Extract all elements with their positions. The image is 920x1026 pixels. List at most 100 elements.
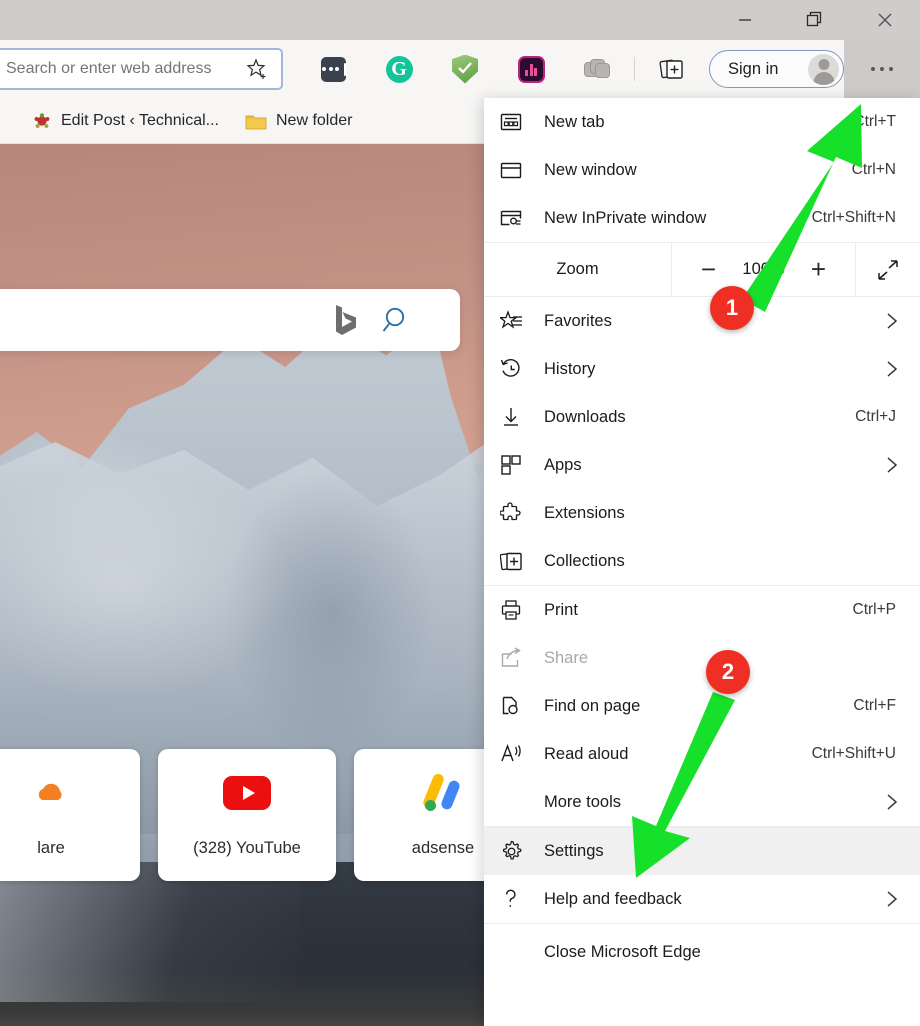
menu-item-label: Extensions <box>544 503 625 522</box>
fullscreen-icon <box>876 258 900 282</box>
apps-grid-icon <box>500 454 544 476</box>
bookmark-item[interactable]: Edit Post ‹ Technical... <box>24 106 227 136</box>
zoom-row: Zoom − 100% + <box>484 243 920 296</box>
menu-item-label: Collections <box>544 551 625 570</box>
annotation-badge-1: 1 <box>710 286 754 330</box>
grammarly-extension[interactable]: G <box>366 40 432 98</box>
tile-cloudflare[interactable]: lare <box>0 749 140 881</box>
title-bar <box>0 0 920 40</box>
menu-item-label: Close Microsoft Edge <box>544 942 701 961</box>
zoom-out-button[interactable]: − <box>685 248 733 292</box>
menu-item-settings[interactable]: Settings <box>484 827 920 875</box>
adblock-shield-extension[interactable] <box>432 40 498 98</box>
menu-item-find-on-page[interactable]: Find on page Ctrl+F <box>484 682 920 730</box>
menu-item-new-window[interactable]: New window Ctrl+N <box>484 146 920 194</box>
menu-item-shortcut: Ctrl+P <box>852 601 897 618</box>
zoom-label: Zoom <box>484 243 672 296</box>
menu-item-label: History <box>544 359 596 378</box>
menu-group-new: New tab Ctrl+T New window Ctrl+N New InP… <box>484 98 920 243</box>
bookmark-folder[interactable]: New folder <box>237 107 360 135</box>
menu-item-collections[interactable]: Collections <box>484 537 920 585</box>
bookmark-folder-label: New folder <box>276 111 353 129</box>
history-clock-icon <box>500 358 544 380</box>
new-tab-icon <box>500 112 544 132</box>
menu-item-label: Print <box>544 600 578 619</box>
bing-search-box[interactable] <box>0 289 460 351</box>
menu-item-new-tab[interactable]: New tab Ctrl+T <box>484 98 920 146</box>
question-icon <box>500 888 544 910</box>
menu-item-downloads[interactable]: Downloads Ctrl+J <box>484 393 920 441</box>
menu-item-read-aloud[interactable]: Read aloud Ctrl+Shift+U <box>484 730 920 778</box>
share-icon <box>500 647 544 669</box>
menu-item-shortcut: Ctrl+J <box>855 408 896 425</box>
chevron-right-icon <box>882 311 902 331</box>
add-favorite-star-icon[interactable] <box>245 57 269 81</box>
zoom-controls: − 100% + <box>672 243 856 296</box>
google-adsense-icon <box>421 771 465 813</box>
menu-item-label: Find on page <box>544 696 641 715</box>
magnifier-icon[interactable] <box>382 305 412 335</box>
wordpress-favicon <box>32 111 52 131</box>
menu-item-close-microsoft-edge[interactable]: Close Microsoft Edge <box>484 924 920 980</box>
password-manager-extension[interactable] <box>300 40 366 98</box>
menu-item-extensions[interactable]: Extensions <box>484 489 920 537</box>
zoom-in-button[interactable]: + <box>795 248 843 292</box>
shortcut-tiles: lare (328) YouTube adsense <box>0 749 532 881</box>
tile-youtube[interactable]: (328) YouTube <box>158 749 336 881</box>
folder-icon <box>245 112 267 130</box>
chevron-right-icon <box>882 792 902 812</box>
menu-item-history[interactable]: History <box>484 345 920 393</box>
menu-group-browsing: Favorites History Downloads Ctrl+J Apps … <box>484 297 920 586</box>
close-button[interactable] <box>850 0 920 40</box>
bing-b-icon <box>332 303 358 337</box>
tile-label: adsense <box>411 838 475 857</box>
menu-item-shortcut: Ctrl+Shift+U <box>811 745 896 762</box>
menu-item-label: Downloads <box>544 407 626 426</box>
menu-item-new-inprivate-window[interactable]: New InPrivate window Ctrl+Shift+N <box>484 194 920 242</box>
address-input[interactable] <box>0 50 281 88</box>
menu-item-label: New InPrivate window <box>544 208 707 227</box>
sign-in-button[interactable]: Sign in <box>709 50 844 88</box>
menu-item-label: Help and feedback <box>544 889 682 908</box>
download-arrow-icon <box>500 406 544 428</box>
menu-group-zoom: Zoom − 100% + <box>484 243 920 297</box>
menu-item-label: Settings <box>544 841 604 860</box>
menu-item-favorites[interactable]: Favorites <box>484 297 920 345</box>
badge-number: 2 <box>721 659 735 684</box>
menu-item-apps[interactable]: Apps <box>484 441 920 489</box>
badge-number: 1 <box>725 295 739 320</box>
shield-check-icon <box>452 54 478 84</box>
settings-and-more-ellipsis-button[interactable] <box>844 40 920 98</box>
menu-item-label: New window <box>544 160 637 179</box>
read-aloud-icon <box>500 743 544 765</box>
chevron-right-icon <box>882 455 902 475</box>
youtube-icon <box>223 773 271 813</box>
grammarly-g-icon: G <box>385 55 413 83</box>
menu-item-help-and-feedback[interactable]: Help and feedback <box>484 875 920 923</box>
purple-bars-icon <box>517 55 545 83</box>
printer-icon <box>500 599 544 621</box>
puzzle-piece-icon <box>500 502 544 524</box>
menu-item-shortcut: Ctrl+T <box>853 113 896 130</box>
collections-toolbar-button[interactable] <box>639 40 705 98</box>
toolbar-divider <box>634 57 635 81</box>
fullscreen-button[interactable] <box>856 243 920 296</box>
analytics-extension[interactable] <box>498 40 564 98</box>
minimize-button[interactable] <box>710 0 780 40</box>
menu-item-print[interactable]: Print Ctrl+P <box>484 586 920 634</box>
default-avatar-icon <box>808 54 839 85</box>
menu-item-more-tools[interactable]: More tools <box>484 778 920 826</box>
extensions-toolbar: G <box>300 40 705 98</box>
menu-group-settings: Settings Help and feedback <box>484 827 920 924</box>
menu-item-label: Read aloud <box>544 744 629 763</box>
tile-label: (328) YouTube <box>193 838 301 857</box>
address-bar[interactable] <box>0 48 283 90</box>
restore-button[interactable] <box>780 0 850 40</box>
bookmark-label: Edit Post ‹ Technical... <box>61 111 219 129</box>
menu-item-label: New tab <box>544 112 605 131</box>
screenshot-extension[interactable] <box>564 40 630 98</box>
settings-and-more-menu: New tab Ctrl+T New window Ctrl+N New InP… <box>484 98 920 1026</box>
menu-item-share: Share <box>484 634 920 682</box>
collections-icon <box>659 56 685 82</box>
gear-icon <box>500 840 544 863</box>
